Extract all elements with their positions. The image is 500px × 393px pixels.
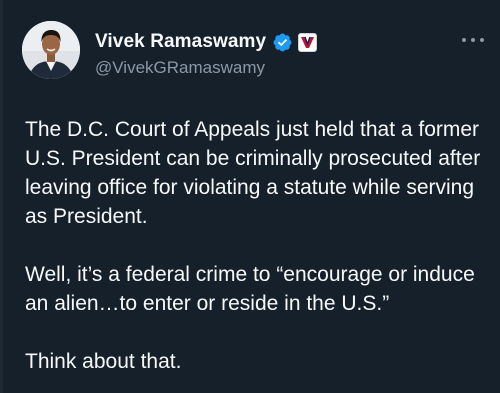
tweet-text: The D.C. Court of Appeals just held that… xyxy=(25,115,485,393)
more-dot xyxy=(480,38,484,42)
tweet-paragraph: Well, it’s a federal crime to “encourage… xyxy=(25,263,475,315)
thread-edge xyxy=(0,0,3,393)
tweet-card: Vivek Ramaswamy @VivekGRamaswamy The D.C… xyxy=(0,0,500,393)
author-handle[interactable]: @VivekGRamaswamy xyxy=(95,58,317,78)
tweet-paragraph: The D.C. Court of Appeals just held that… xyxy=(25,118,481,228)
name-row: Vivek Ramaswamy xyxy=(95,30,318,54)
avatar[interactable] xyxy=(22,21,80,79)
campaign-v-logo-icon[interactable] xyxy=(298,32,318,52)
more-horizontal-icon[interactable] xyxy=(462,35,484,45)
more-dot xyxy=(471,38,475,42)
author-info: Vivek Ramaswamy @VivekGRamaswamy xyxy=(95,30,318,78)
verified-check-icon[interactable] xyxy=(272,32,293,53)
avatar-portrait-icon xyxy=(22,21,80,79)
tweet-header: Vivek Ramaswamy @VivekGRamaswamy xyxy=(22,21,484,85)
author-display-name[interactable]: Vivek Ramaswamy xyxy=(95,31,266,53)
tweet-paragraph: Think about that. xyxy=(25,350,182,373)
more-dot xyxy=(462,38,466,42)
